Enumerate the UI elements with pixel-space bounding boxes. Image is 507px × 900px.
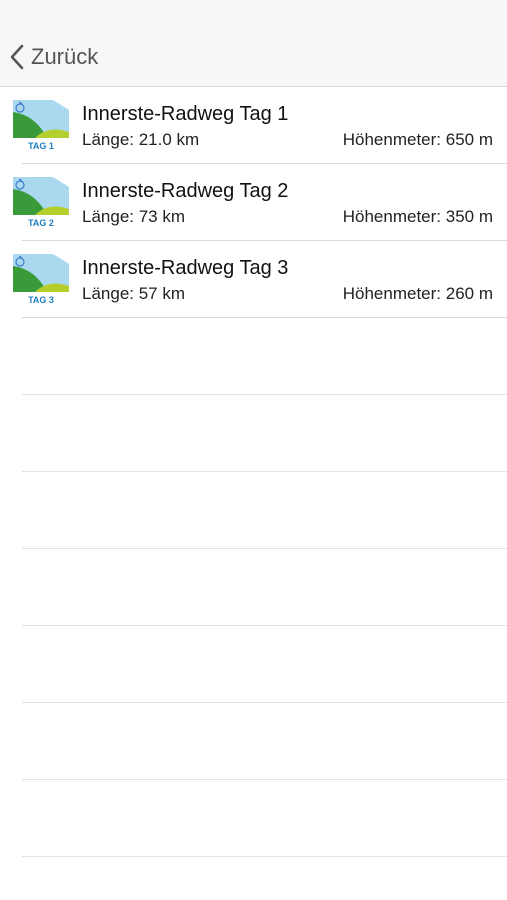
route-map-icon: TAG 3 [13, 252, 69, 308]
route-thumbnail: TAG 2 [13, 175, 69, 231]
chevron-left-icon [10, 44, 24, 70]
route-title: Innerste-Radweg Tag 2 [82, 180, 289, 202]
route-elevation: Höhenmeter: 650 m [342, 130, 493, 149]
route-list: TAG 1 Innerste-Radweg Tag 1 Länge: 21.0 … [0, 87, 507, 857]
route-list-item[interactable]: TAG 1 Innerste-Radweg Tag 1 Länge: 21.0 … [0, 87, 507, 164]
empty-list-row [0, 395, 507, 472]
tag-badge: TAG 3 [28, 295, 54, 305]
route-list-item[interactable]: TAG 3 Innerste-Radweg Tag 3 Länge: 57 km… [0, 241, 507, 318]
tag-badge: TAG 1 [28, 141, 54, 151]
route-list-item[interactable]: TAG 2 Innerste-Radweg Tag 2 Länge: 73 km… [0, 164, 507, 241]
empty-list-row [0, 780, 507, 857]
empty-list-row [0, 472, 507, 549]
route-map-icon: TAG 2 [13, 175, 69, 231]
empty-list-row [0, 549, 507, 626]
route-length: Länge: 57 km [82, 284, 186, 303]
route-title: Innerste-Radweg Tag 1 [82, 103, 289, 125]
route-elevation: Höhenmeter: 350 m [342, 207, 493, 226]
empty-list-row [0, 703, 507, 780]
tag-badge: TAG 2 [28, 218, 54, 228]
back-button[interactable]: Zurück [10, 42, 98, 72]
route-length: Länge: 73 km [82, 207, 186, 226]
row-divider [22, 856, 507, 857]
route-length: Länge: 21.0 km [82, 130, 200, 149]
route-map-icon: TAG 1 [13, 98, 69, 154]
empty-list-row [0, 318, 507, 395]
route-thumbnail: TAG 1 [13, 98, 69, 154]
empty-list-row [0, 626, 507, 703]
route-elevation: Höhenmeter: 260 m [342, 284, 493, 303]
route-thumbnail: TAG 3 [13, 252, 69, 308]
back-label: Zurück [31, 44, 99, 69]
navigation-bar: Zurück [0, 0, 507, 87]
route-title: Innerste-Radweg Tag 3 [82, 257, 289, 279]
